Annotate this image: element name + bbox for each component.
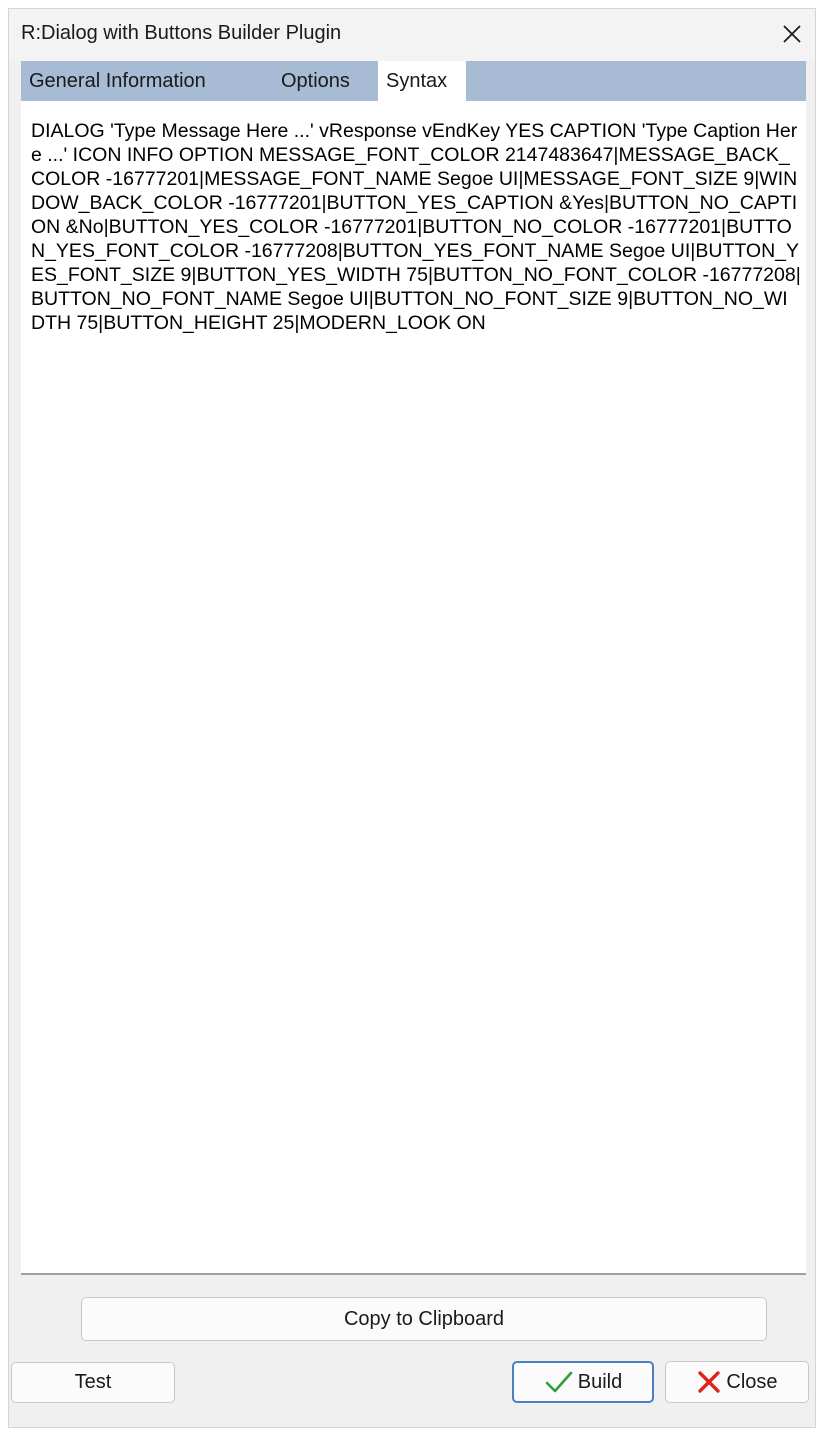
- tab-bar: General Information Options Syntax: [21, 61, 806, 101]
- syntax-panel: DIALOG 'Type Message Here ...' vResponse…: [21, 101, 806, 1275]
- test-label: Test: [74, 1371, 112, 1393]
- close-label: Close: [726, 1370, 778, 1393]
- tab-label: Syntax: [386, 69, 448, 92]
- tab-syntax[interactable]: Syntax: [378, 61, 466, 101]
- build-button[interactable]: Build: [512, 1361, 654, 1403]
- tab-general-information[interactable]: General Information: [21, 61, 273, 101]
- syntax-textarea[interactable]: DIALOG 'Type Message Here ...' vResponse…: [31, 119, 801, 335]
- build-label: Build: [577, 1370, 623, 1393]
- checkmark-icon: [544, 1369, 574, 1395]
- window-title: R:Dialog with Buttons Builder Plugin: [21, 22, 342, 44]
- tab-options[interactable]: Options: [273, 61, 378, 101]
- tab-label: Options: [281, 69, 350, 92]
- copy-to-clipboard-button[interactable]: Copy to Clipboard: [81, 1297, 767, 1341]
- close-icon: [783, 25, 801, 43]
- test-button[interactable]: Test: [11, 1362, 175, 1403]
- red-x-icon: [696, 1369, 722, 1395]
- tab-label: General Information: [29, 69, 206, 92]
- dialog-window: R:Dialog with Buttons Builder Plugin Gen…: [8, 8, 816, 1428]
- copy-to-clipboard-label: Copy to Clipboard: [343, 1307, 505, 1330]
- close-button[interactable]: Close: [665, 1361, 809, 1403]
- title-bar: R:Dialog with Buttons Builder Plugin: [9, 9, 815, 61]
- window-close-button[interactable]: [775, 17, 809, 51]
